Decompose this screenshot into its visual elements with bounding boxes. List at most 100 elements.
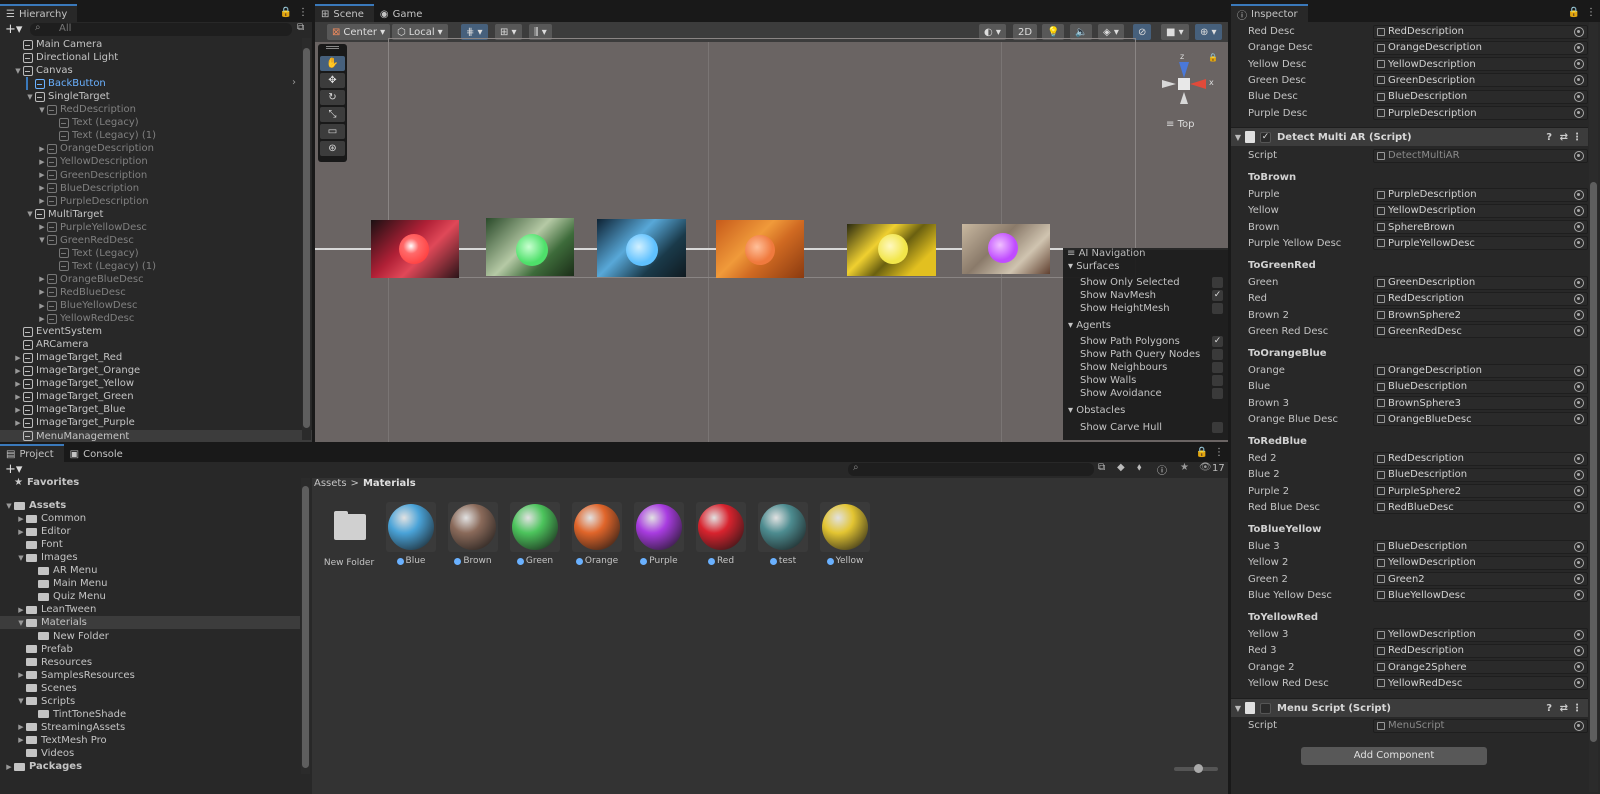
object-picker-icon[interactable] bbox=[1574, 486, 1584, 497]
object-picker-icon[interactable] bbox=[1574, 678, 1584, 689]
tab-project[interactable]: ▤ Project bbox=[0, 444, 64, 462]
folder-tree-item[interactable]: ▶ Packages bbox=[0, 760, 300, 773]
asset-material[interactable]: Yellow bbox=[815, 502, 875, 566]
expand-right-icon[interactable]: ▶ bbox=[13, 406, 23, 414]
enabled-checkbox[interactable] bbox=[1260, 702, 1271, 714]
inspector-scroll-thumb[interactable] bbox=[1590, 182, 1597, 742]
expand-right-icon[interactable]: ▶ bbox=[13, 354, 23, 362]
show-neighbours-row[interactable]: Show Neighbours bbox=[1080, 361, 1223, 374]
expand-right-icon[interactable]: ▶ bbox=[37, 197, 47, 205]
asset-folder[interactable]: New Folder bbox=[319, 502, 379, 568]
tab-scene[interactable]: ⊞ Scene bbox=[315, 4, 374, 22]
lock-icon[interactable]: 🔒 bbox=[280, 7, 292, 18]
object-field[interactable]: BlueDescription bbox=[1373, 89, 1588, 104]
tools-drag-handle[interactable] bbox=[326, 46, 339, 49]
detect-multi-ar-component[interactable]: ▼ ✓ Detect Multi AR (Script)? ⇄ ⋮ bbox=[1231, 127, 1588, 146]
expand-right-icon[interactable]: ▶ bbox=[37, 158, 47, 166]
folder-tree-item[interactable]: ▼ Images bbox=[0, 551, 300, 564]
project-lock-icon[interactable]: 🔒 bbox=[1196, 447, 1208, 458]
object-picker-icon[interactable] bbox=[1574, 42, 1584, 53]
folder-tree-item[interactable]: Quiz Menu bbox=[0, 590, 300, 603]
show-only-selected-checkbox[interactable] bbox=[1212, 277, 1223, 288]
project-search[interactable]: ⌕ bbox=[848, 462, 1094, 476]
object-field[interactable]: PurpleDescription bbox=[1373, 187, 1588, 202]
hierarchy-item[interactable]: ▼ SingleTarget bbox=[0, 90, 302, 103]
sphere-green[interactable] bbox=[516, 234, 548, 266]
object-picker-icon[interactable] bbox=[1574, 453, 1584, 464]
favorite-star-icon[interactable]: ★ bbox=[1180, 462, 1189, 473]
folder-tree-item[interactable]: Main Menu bbox=[0, 577, 300, 590]
pivot-center-button[interactable]: ⊠ Center ▾ bbox=[327, 24, 391, 40]
object-picker-icon[interactable] bbox=[1574, 326, 1584, 337]
expand-down-icon[interactable]: ▼ bbox=[13, 67, 23, 75]
object-picker-icon[interactable] bbox=[1574, 238, 1584, 249]
ai-nav-obstacles-header[interactable]: ▾ Obstacles bbox=[1068, 405, 1125, 418]
show-only-selected-row[interactable]: Show Only Selected bbox=[1080, 276, 1223, 289]
show-neighbours-checkbox[interactable] bbox=[1212, 362, 1223, 373]
object-picker-icon[interactable] bbox=[1574, 720, 1584, 731]
object-picker-icon[interactable] bbox=[1574, 59, 1584, 70]
expand-right-icon[interactable]: ▶ bbox=[37, 302, 47, 310]
object-field[interactable]: MenuScript bbox=[1373, 718, 1588, 733]
hierarchy-item[interactable]: ARCamera bbox=[0, 338, 302, 351]
asset-material[interactable]: test bbox=[753, 502, 813, 566]
folder-tree-item[interactable]: Prefab bbox=[0, 643, 300, 656]
more-icon[interactable]: ⋮ bbox=[298, 7, 308, 18]
object-picker-icon[interactable] bbox=[1574, 205, 1584, 216]
enabled-checkbox[interactable]: ✓ bbox=[1260, 131, 1271, 143]
zoom-slider-handle[interactable] bbox=[1194, 764, 1203, 773]
expand-down-icon[interactable]: ▼ bbox=[16, 697, 26, 705]
hierarchy-item[interactable]: ▶ ImageTarget_Yellow bbox=[0, 377, 302, 390]
expand-right-icon[interactable]: ▶ bbox=[13, 393, 23, 401]
tab-hierarchy[interactable]: ☰ Hierarchy bbox=[0, 4, 78, 22]
object-picker-icon[interactable] bbox=[1574, 381, 1584, 392]
hierarchy-scrollbar[interactable] bbox=[302, 38, 311, 440]
object-picker-icon[interactable] bbox=[1574, 574, 1584, 585]
folder-tree-item[interactable]: Videos bbox=[0, 747, 300, 760]
hierarchy-item[interactable]: ▶ ImageTarget_Blue bbox=[0, 403, 302, 416]
hierarchy-scroll-thumb[interactable] bbox=[303, 48, 310, 428]
breadcrumb-materials[interactable]: Materials bbox=[363, 478, 416, 492]
expand-right-icon[interactable]: ▶ bbox=[37, 288, 47, 296]
expand-right-icon[interactable]: ▶ bbox=[13, 419, 23, 427]
expand-right-icon[interactable]: ▶ bbox=[37, 315, 47, 323]
sphere-blue[interactable] bbox=[626, 234, 658, 266]
expand-right-icon[interactable]: ▶ bbox=[16, 515, 26, 523]
preset-icon[interactable]: ⇄ bbox=[1560, 132, 1568, 143]
expand-right-icon[interactable]: ▶ bbox=[13, 367, 23, 375]
object-picker-icon[interactable] bbox=[1574, 557, 1584, 568]
project-tree-scrollbar[interactable] bbox=[301, 478, 310, 774]
hierarchy-item[interactable]: ▶ ImageTarget_Red bbox=[0, 351, 302, 364]
scene-visibility-icon[interactable]: ⧉ bbox=[297, 22, 304, 33]
foldout-icon[interactable]: ▼ bbox=[1231, 704, 1245, 713]
asset-material[interactable]: Orange bbox=[567, 502, 627, 566]
expand-down-icon[interactable]: ▼ bbox=[37, 236, 47, 244]
hierarchy-item[interactable]: ▶ YellowRedDesc bbox=[0, 312, 302, 325]
ai-nav-agents-header[interactable]: ▾ Agents bbox=[1068, 320, 1111, 333]
sphere-red[interactable] bbox=[399, 234, 429, 264]
object-field[interactable]: GreenDescription bbox=[1373, 275, 1588, 290]
object-field[interactable]: YellowRedDesc bbox=[1373, 676, 1588, 691]
folder-tree-item[interactable]: ▶ TextMesh Pro bbox=[0, 734, 300, 747]
object-picker-icon[interactable] bbox=[1574, 541, 1584, 552]
show-path-query-nodes-checkbox[interactable] bbox=[1212, 349, 1223, 360]
tag-icon[interactable]: ⬧ bbox=[1137, 462, 1142, 473]
expand-down-icon[interactable]: ▼ bbox=[25, 93, 35, 101]
search-by-type-icon[interactable]: ⧉ bbox=[1098, 462, 1105, 473]
object-field[interactable]: YellowDescription bbox=[1373, 555, 1588, 570]
hierarchy-item[interactable]: MenuManagement bbox=[0, 429, 312, 442]
show-heightmesh-checkbox[interactable] bbox=[1212, 303, 1223, 314]
object-picker-icon[interactable] bbox=[1574, 398, 1584, 409]
hierarchy-item[interactable]: ▶ PurpleYellowDesc bbox=[0, 221, 302, 234]
object-picker-icon[interactable] bbox=[1574, 629, 1584, 640]
folder-tree-item[interactable]: ▶ StreamingAssets bbox=[0, 721, 300, 734]
expand-down-icon[interactable]: ▼ bbox=[37, 106, 47, 114]
menu-script-component[interactable]: ▼ Menu Script (Script)? ⇄ ⋮ bbox=[1231, 698, 1588, 717]
tab-console[interactable]: ▣ Console bbox=[63, 444, 133, 462]
expand-right-icon[interactable]: ▶ bbox=[37, 171, 47, 179]
hierarchy-item[interactable]: Main Camera bbox=[0, 38, 302, 51]
object-picker-icon[interactable] bbox=[1574, 108, 1584, 118]
transform-tool-icon[interactable]: ⊛ bbox=[320, 141, 345, 156]
add-component-button[interactable]: Add Component bbox=[1301, 747, 1487, 765]
show-avoidance-row[interactable]: Show Avoidance bbox=[1080, 387, 1223, 400]
